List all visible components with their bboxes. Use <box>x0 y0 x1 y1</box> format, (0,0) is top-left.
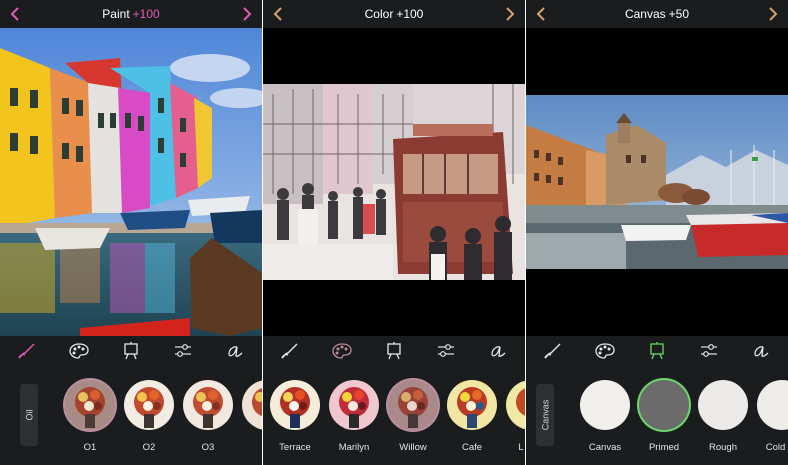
signature-icon[interactable] <box>487 341 509 361</box>
thumb-label: Marilyn <box>338 442 370 453</box>
top-bar: Paint +100 <box>0 0 262 28</box>
palette-icon[interactable] <box>594 341 616 361</box>
canvas-icon[interactable] <box>383 341 405 361</box>
thumb-label: Terrace <box>279 442 311 453</box>
thumb-label: Rough <box>709 442 737 453</box>
canvas-icon[interactable] <box>120 341 142 361</box>
top-bar: Color +100 <box>263 0 525 28</box>
texture-thumb-canvas[interactable] <box>580 380 630 430</box>
panel-title: Canvas +50 <box>526 7 788 21</box>
category-tab[interactable]: Oil <box>20 384 38 446</box>
title-value: +100 <box>132 7 160 21</box>
next-arrow-icon[interactable] <box>762 3 784 25</box>
style-thumb-l[interactable] <box>506 380 525 430</box>
paint-panel: Paint +100 Oil O1 O2 O3 <box>0 0 262 465</box>
category-label: Canvas <box>540 399 551 431</box>
style-thumb-o4[interactable] <box>242 380 262 430</box>
signature-icon[interactable] <box>750 341 772 361</box>
tool-bar <box>0 336 262 366</box>
brush-icon[interactable] <box>16 341 38 361</box>
thumb-label: Primed <box>648 442 680 453</box>
thumb-label: Canvas <box>588 442 622 453</box>
thumb-label: Cold P <box>765 442 788 453</box>
thumb-label: Willow <box>399 442 427 453</box>
brush-icon[interactable] <box>542 341 564 361</box>
canvas-icon[interactable] <box>646 341 668 361</box>
sliders-icon[interactable] <box>172 341 194 361</box>
color-sketch-photo <box>263 84 525 280</box>
thumb-label: O1 <box>83 442 97 453</box>
style-tray: Terrace Marilyn Willow Cafe L <box>263 366 525 465</box>
category-tab[interactable]: Canvas <box>536 384 554 446</box>
top-bar: Canvas +50 <box>526 0 788 28</box>
style-thumb-cafe[interactable] <box>447 380 497 430</box>
style-tray: Oil O1 O2 O3 <box>0 366 262 465</box>
panel-title: Color +100 <box>263 7 525 21</box>
sliders-icon[interactable] <box>435 341 457 361</box>
palette-icon[interactable] <box>68 341 90 361</box>
texture-thumb-cold-press[interactable] <box>757 380 788 430</box>
style-thumb-o3[interactable] <box>183 380 233 430</box>
title-label: Color <box>364 7 394 21</box>
brush-icon[interactable] <box>279 341 301 361</box>
style-thumb-terrace[interactable] <box>270 380 320 430</box>
canvas-panel: Canvas +50 Canvas Canvas Primed Rough Co… <box>526 0 788 465</box>
next-arrow-icon[interactable] <box>499 3 521 25</box>
title-value: +100 <box>396 7 424 21</box>
style-thumb-marilyn[interactable] <box>329 380 379 430</box>
title-label: Canvas <box>624 7 666 21</box>
canvas-photo <box>526 95 788 269</box>
sliders-icon[interactable] <box>698 341 720 361</box>
texture-tray: Canvas Canvas Primed Rough Cold P <box>526 366 788 465</box>
thumb-label: O3 <box>201 442 215 453</box>
texture-thumb-primed[interactable] <box>639 380 689 430</box>
tool-bar <box>263 336 525 366</box>
next-arrow-icon[interactable] <box>236 3 258 25</box>
style-thumb-o1[interactable] <box>65 380 115 430</box>
palette-icon[interactable] <box>331 341 353 361</box>
title-label: Paint <box>102 7 130 21</box>
style-thumb-willow[interactable] <box>388 380 438 430</box>
tool-bar <box>526 336 788 366</box>
style-thumb-o2[interactable] <box>124 380 174 430</box>
title-value: +50 <box>668 7 690 21</box>
category-label: Oil <box>24 409 34 421</box>
panel-title: Paint +100 <box>0 7 262 21</box>
painted-photo <box>0 28 262 336</box>
color-panel: Color +100 Terrace Marilyn Willow Cafe L <box>263 0 525 465</box>
signature-icon[interactable] <box>224 341 246 361</box>
texture-thumb-rough[interactable] <box>698 380 748 430</box>
thumb-label: L <box>518 442 524 453</box>
thumb-label: O2 <box>142 442 156 453</box>
